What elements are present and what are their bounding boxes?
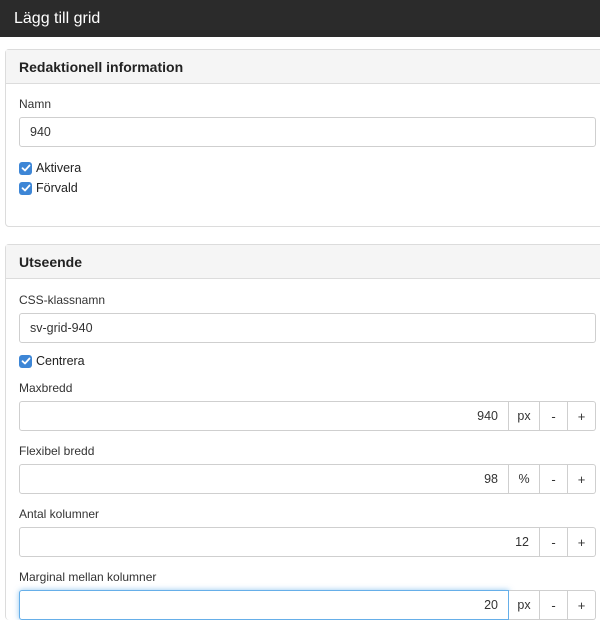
flex-width-group: % - + — [19, 464, 596, 494]
flex-width-label: Flexibel bredd — [19, 444, 95, 458]
editorial-panel: Redaktionell information Namn Aktivera F… — [5, 49, 600, 227]
center-checkbox[interactable] — [19, 354, 32, 368]
default-checkbox-row[interactable]: Förvald — [19, 178, 600, 198]
max-width-input[interactable] — [19, 401, 509, 431]
center-label: Centrera — [36, 354, 85, 368]
max-width-group: px - + — [19, 401, 596, 431]
activate-checkbox[interactable] — [19, 161, 32, 175]
activate-label: Aktivera — [36, 161, 82, 175]
flex-width-input[interactable] — [19, 464, 509, 494]
checkmark-icon — [21, 357, 30, 365]
default-checkbox[interactable] — [19, 181, 32, 195]
max-width-label: Maxbredd — [19, 381, 73, 395]
checkmark-icon — [21, 184, 30, 192]
columns-input[interactable] — [19, 527, 540, 557]
flex-width-increment-button[interactable]: + — [568, 464, 596, 494]
appearance-heading: Utseende — [6, 245, 600, 279]
gutter-input[interactable] — [19, 590, 509, 620]
gutter-group: px - + — [19, 590, 596, 620]
max-width-increment-button[interactable]: + — [568, 401, 596, 431]
max-width-unit: px — [509, 401, 540, 431]
gutter-increment-button[interactable]: + — [568, 590, 596, 620]
columns-decrement-button[interactable]: - — [540, 527, 568, 557]
editorial-heading: Redaktionell information — [6, 50, 600, 84]
max-width-decrement-button[interactable]: - — [540, 401, 568, 431]
name-input[interactable] — [19, 117, 596, 147]
checkmark-icon — [21, 164, 30, 172]
center-checkbox-row[interactable]: Centrera — [19, 351, 600, 371]
appearance-panel: Utseende CSS-klassnamn Centrera Maxbredd… — [5, 244, 600, 620]
activate-checkbox-row[interactable]: Aktivera — [19, 158, 600, 178]
gutter-unit: px — [509, 590, 540, 620]
flex-width-decrement-button[interactable]: - — [540, 464, 568, 494]
flex-width-unit: % — [509, 464, 540, 494]
columns-increment-button[interactable]: + — [568, 527, 596, 557]
gutter-label: Marginal mellan kolumner — [19, 570, 157, 584]
default-label: Förvald — [36, 181, 78, 195]
columns-group: - + — [19, 527, 596, 557]
css-class-label: CSS-klassnamn — [19, 293, 106, 307]
gutter-decrement-button[interactable]: - — [540, 590, 568, 620]
css-class-input[interactable] — [19, 313, 596, 343]
columns-label: Antal kolumner — [19, 507, 100, 521]
dialog-title: Lägg till grid — [0, 0, 600, 37]
name-label: Namn — [19, 97, 52, 111]
